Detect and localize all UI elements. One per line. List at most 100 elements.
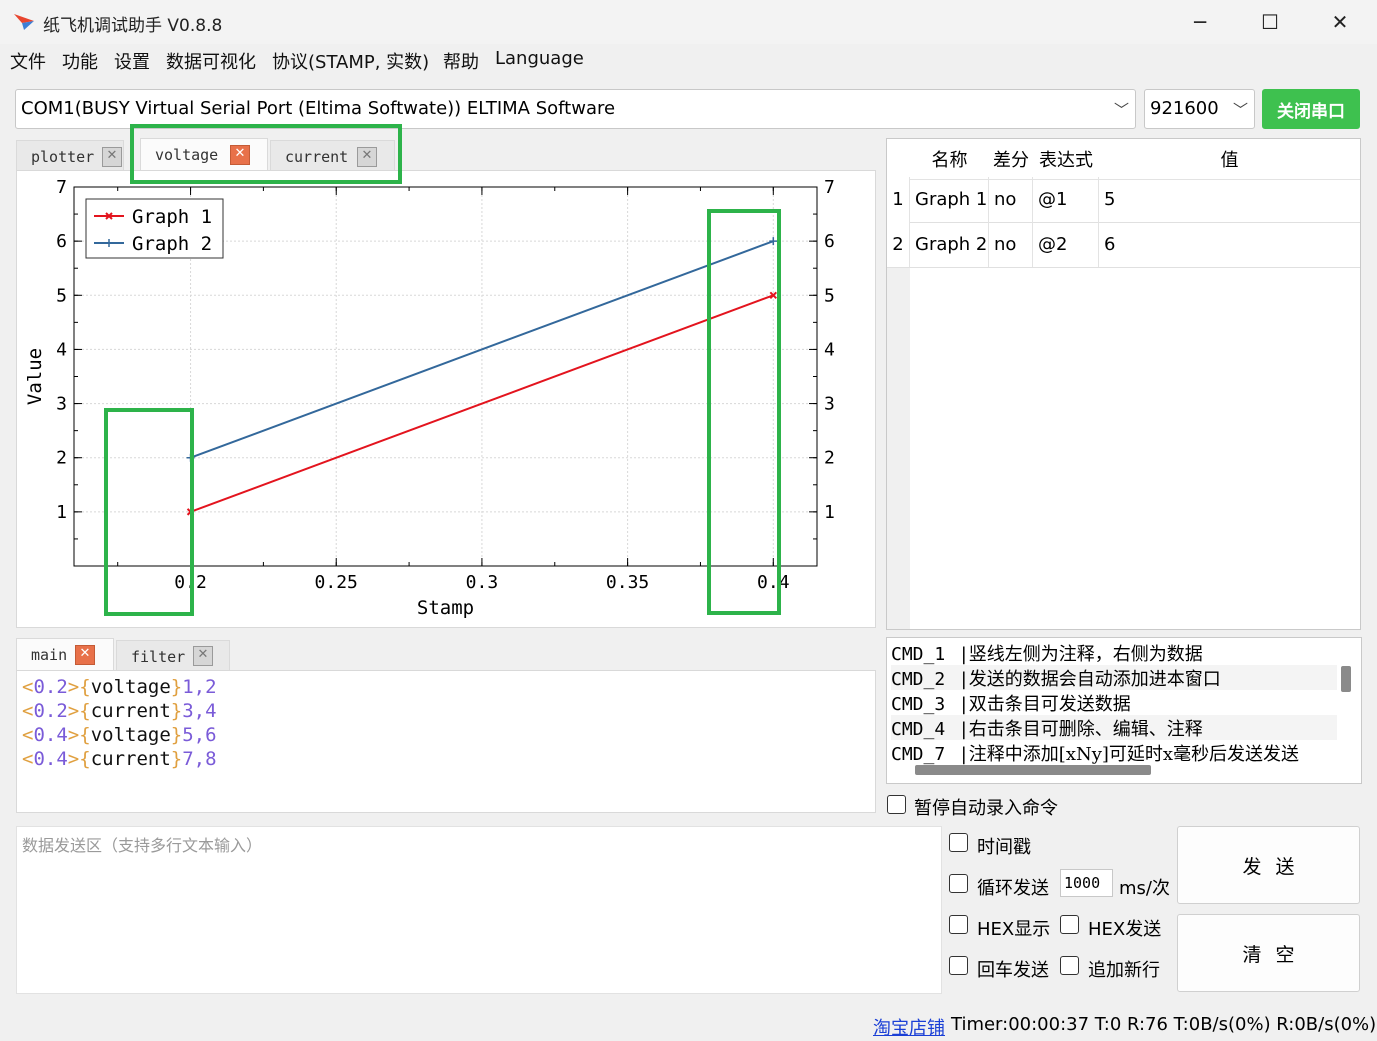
receive-log[interactable]: <0.2>{voltage}1,2 <0.2>{current}3,4 <0.4>{… — [16, 670, 876, 813]
x-tick-label: 0.25 — [315, 572, 358, 593]
command-text: 竖线左侧为注释，右侧为数据 — [968, 644, 1203, 665]
command-item[interactable]: CMD_7 | 注释中添加[xNy]可延时x毫秒后发送发送 — [891, 740, 1337, 765]
y2-tick-label: 7 — [824, 177, 835, 198]
close-tab-icon[interactable]: ✕ — [102, 147, 122, 167]
series-line — [190, 240, 774, 459]
menu-settings[interactable]: 设置 — [114, 48, 150, 74]
pause-record-checkbox[interactable] — [887, 795, 906, 814]
cell-value[interactable]: 6 — [1099, 222, 1360, 267]
hex-display-checkbox[interactable] — [949, 915, 968, 934]
table-row[interactable]: 1 Graph 1 no @1 5 — [887, 177, 1360, 223]
command-separator: | — [955, 669, 967, 690]
interval-input[interactable]: 1000 — [1060, 869, 1113, 897]
y2-tick-label: 6 — [824, 231, 835, 252]
vertical-scrollbar[interactable] — [1341, 666, 1351, 692]
tab-label: filter — [131, 648, 186, 666]
menu-visualization[interactable]: 数据可视化 — [166, 48, 256, 74]
clear-button[interactable]: 清空 — [1177, 914, 1360, 992]
command-id: CMD_4 — [891, 719, 946, 740]
menu-help[interactable]: 帮助 — [443, 48, 479, 74]
y-axis-label: Value — [24, 348, 46, 405]
maximize-button[interactable]: ☐ — [1247, 8, 1293, 36]
command-id: CMD_1 — [891, 644, 946, 665]
interval-unit: ms/次 — [1119, 878, 1170, 899]
cell-name[interactable]: Graph 1 — [910, 177, 989, 222]
table-corner — [887, 139, 911, 180]
enter-send-checkbox[interactable] — [949, 956, 968, 975]
log-line: <0.4>{voltage}5,6 — [22, 724, 217, 746]
cell-expr[interactable]: @1 — [1033, 177, 1099, 222]
command-item[interactable]: CMD_1 | 竖线左侧为注释，右侧为数据 — [891, 640, 1337, 665]
loop-send-label: 循环发送 — [977, 878, 1049, 899]
pause-record-label: 暂停自动录入命令 — [914, 798, 1058, 819]
annotation-box — [104, 408, 194, 616]
loop-send-checkbox[interactable] — [949, 874, 968, 893]
column-header-name[interactable]: 名称 — [910, 139, 990, 180]
port-select-value: COM1(BUSY Virtual Serial Port (Eltima So… — [21, 98, 616, 119]
y-tick-label: 6 — [56, 231, 67, 252]
cell-value[interactable]: 5 — [1099, 177, 1360, 222]
close-button[interactable]: ✕ — [1317, 8, 1363, 36]
x-tick-label: 0.35 — [606, 572, 649, 593]
tab-label: plotter — [31, 148, 95, 166]
y-tick-label: 3 — [56, 394, 67, 415]
cell-expr[interactable]: @2 — [1033, 222, 1099, 267]
chevron-down-icon: ﹀ — [1113, 101, 1129, 119]
horizontal-scrollbar[interactable] — [915, 765, 1151, 775]
tab-plotter[interactable]: plotter ✕ — [16, 140, 124, 170]
command-item[interactable]: CMD_2 | 发送的数据会自动添加进本窗口 — [891, 665, 1337, 690]
command-separator: | — [955, 694, 967, 715]
menu-protocol[interactable]: 协议(STAMP, 实数) — [272, 48, 429, 74]
command-id: CMD_7 — [891, 744, 946, 765]
port-select[interactable]: COM1(BUSY Virtual Serial Port (Eltima So… — [15, 89, 1136, 129]
y2-tick-label: 5 — [824, 285, 835, 306]
command-list[interactable]: CMD_7 | 注释中添加[xNy]可延时x毫秒后发送发送 CMD_4 | 右击条目可… — [886, 637, 1362, 784]
send-textarea[interactable]: 数据发送区（支持多行文本输入） — [16, 826, 942, 994]
command-item[interactable]: CMD_3 | 双击条目可发送数据 — [891, 690, 1337, 715]
annotation-box — [707, 209, 781, 615]
menu-language[interactable]: Language — [495, 48, 584, 69]
row-index: 1 — [887, 177, 910, 222]
append-newline-label: 追加新行 — [1088, 960, 1160, 981]
legend-label: Graph 2 — [132, 233, 212, 255]
chevron-down-icon: ﹀ — [1232, 101, 1248, 119]
y2-tick-label: 2 — [824, 448, 835, 469]
log-line: <0.2>{voltage}1,2 — [22, 676, 217, 698]
menu-file[interactable]: 文件 — [10, 48, 46, 74]
cell-diff[interactable]: no — [989, 177, 1033, 222]
annotation-box — [130, 124, 402, 184]
hex-display-label: HEX显示 — [977, 919, 1051, 940]
command-separator: | — [955, 744, 967, 765]
y-tick-label: 4 — [56, 339, 67, 360]
hex-send-checkbox[interactable] — [1060, 915, 1079, 934]
table-row[interactable]: 2 Graph 2 no @2 6 — [887, 222, 1360, 268]
close-tab-icon[interactable]: ✕ — [193, 646, 213, 666]
timestamp-checkbox[interactable] — [949, 833, 968, 852]
menu-function[interactable]: 功能 — [62, 48, 98, 74]
close-tab-icon[interactable]: ✕ — [75, 645, 95, 665]
append-newline-checkbox[interactable] — [1060, 956, 1079, 975]
close-port-button[interactable]: 关闭串口 — [1262, 89, 1360, 129]
send-placeholder: 数据发送区（支持多行文本输入） — [22, 836, 263, 855]
tab-main[interactable]: main ✕ — [16, 638, 114, 670]
tab-label: main — [31, 646, 68, 664]
column-header-value[interactable]: 值 — [1099, 139, 1360, 180]
command-separator: | — [955, 644, 967, 665]
x-tick-label: 0.3 — [466, 572, 499, 593]
minimize-button[interactable]: ─ — [1177, 8, 1223, 36]
send-button[interactable]: 发送 — [1177, 826, 1360, 904]
shop-link[interactable]: 淘宝店铺 — [873, 1014, 945, 1040]
cell-diff[interactable]: no — [989, 222, 1033, 267]
column-header-diff[interactable]: 差分 — [989, 139, 1034, 180]
hex-send-label: HEX发送 — [1088, 919, 1162, 940]
cell-name[interactable]: Graph 2 — [910, 222, 989, 267]
column-header-expr[interactable]: 表达式 — [1033, 139, 1100, 180]
tab-filter[interactable]: filter ✕ — [116, 640, 230, 670]
log-lines: <0.2>{voltage}1,2 <0.2>{current}3,4 <0.4>{… — [22, 675, 217, 771]
command-id: CMD_3 — [891, 694, 946, 715]
command-text: 右击条目可删除、编辑、注释 — [968, 719, 1203, 740]
command-item[interactable]: CMD_4 | 右击条目可删除、编辑、注释 — [891, 715, 1337, 740]
variable-table[interactable]: 名称 差分 表达式 值 1 Graph 1 no @1 5 2 Graph 2 … — [886, 138, 1361, 630]
baud-select-value: 921600 — [1150, 98, 1219, 119]
baud-select[interactable]: 921600 ﹀ — [1144, 89, 1255, 129]
